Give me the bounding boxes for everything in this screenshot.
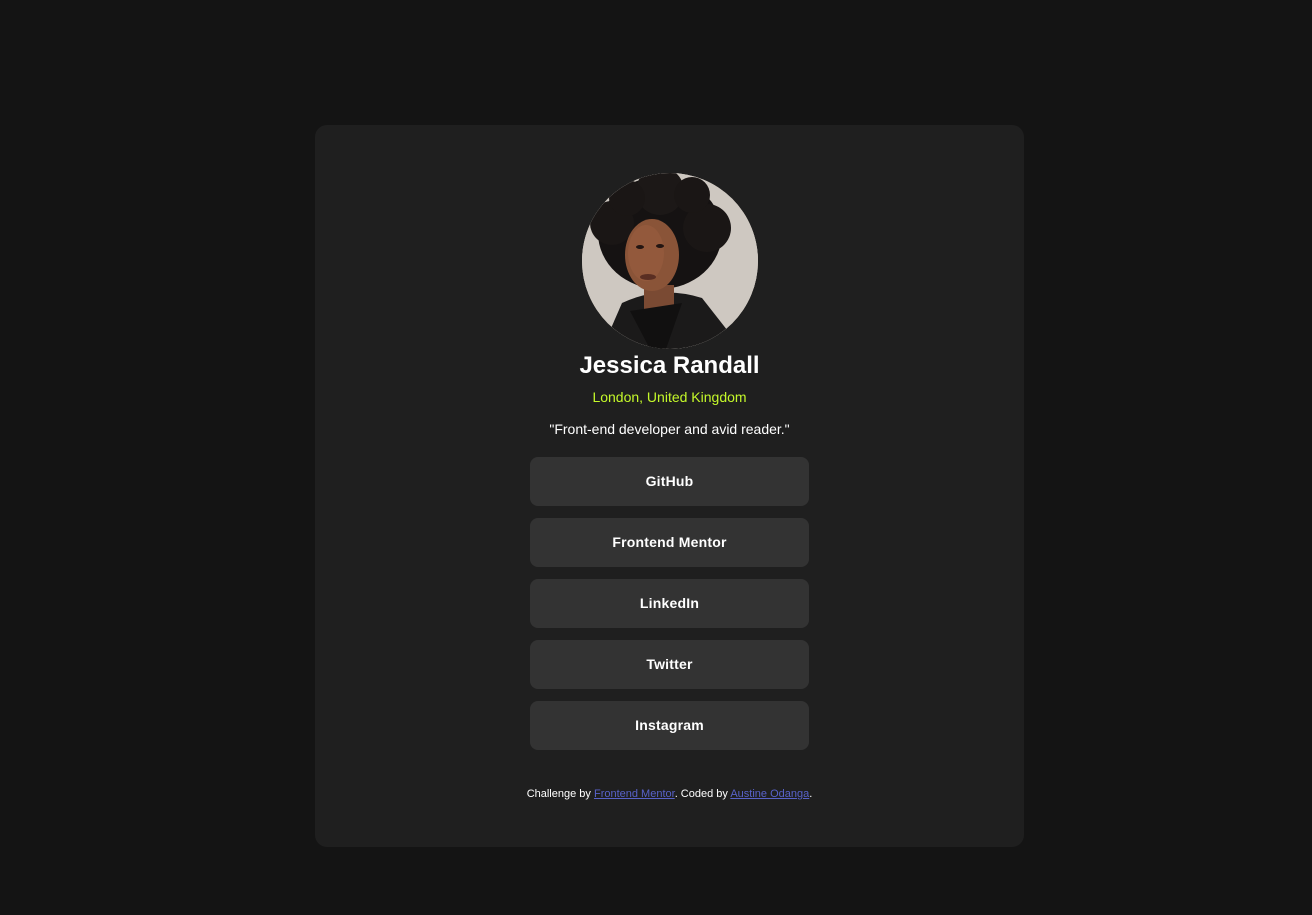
challenge-link[interactable]: Frontend Mentor <box>594 788 675 800</box>
attribution: Challenge by Frontend Mentor. Coded by A… <box>315 787 1024 801</box>
avatar <box>582 173 758 349</box>
avatar-photo-icon <box>582 173 758 349</box>
twitter-link-button[interactable]: Twitter <box>530 640 809 689</box>
frontend-mentor-link-button[interactable]: Frontend Mentor <box>530 518 809 567</box>
attribution-middle: . Coded by <box>674 788 731 800</box>
profile-location: London, United Kingdom <box>592 389 747 405</box>
author-link[interactable]: Austine Odanga <box>730 788 809 800</box>
github-link-button[interactable]: GitHub <box>530 457 809 506</box>
attribution-prefix: Challenge by <box>526 788 594 800</box>
profile-bio: "Front-end developer and avid reader." <box>549 421 790 437</box>
social-links: GitHub Frontend Mentor LinkedIn Twitter … <box>530 457 809 762</box>
profile-name: Jessica Randall <box>579 352 760 379</box>
attribution-suffix: . <box>809 788 813 800</box>
profile-card: Jessica Randall London, United Kingdom "… <box>315 125 1024 847</box>
linkedin-link-button[interactable]: LinkedIn <box>530 579 809 628</box>
instagram-link-button[interactable]: Instagram <box>530 701 809 750</box>
